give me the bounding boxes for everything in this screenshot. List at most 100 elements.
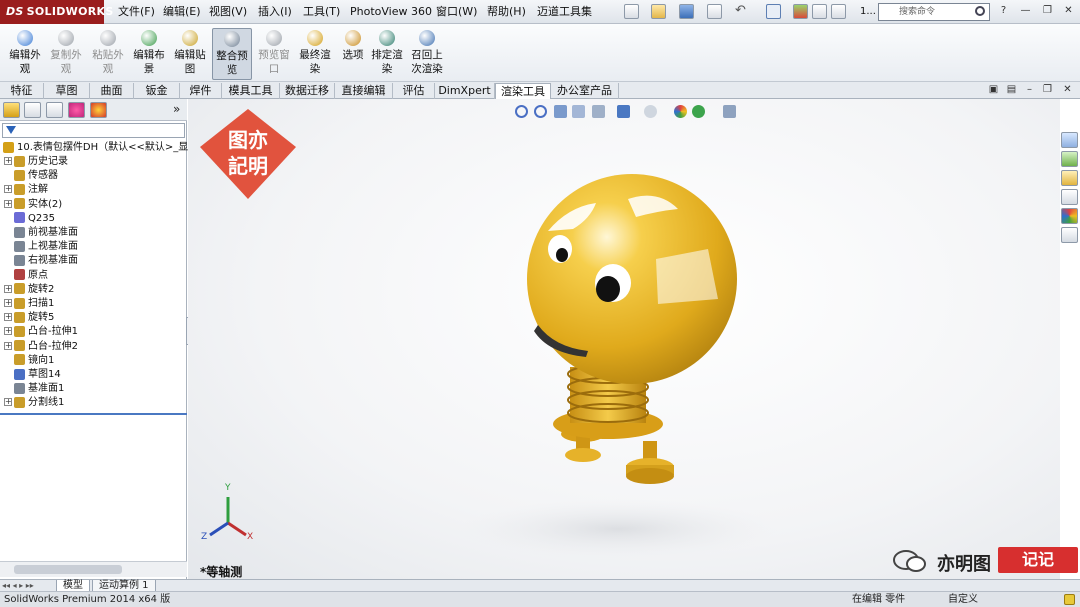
file-properties-icon[interactable] bbox=[812, 4, 827, 19]
tab-features[interactable]: 特征 bbox=[0, 83, 44, 99]
tree-item[interactable]: 前视基准面 bbox=[4, 226, 78, 240]
tab-data-migration[interactable]: 数据迁移 bbox=[280, 83, 335, 99]
tree-item[interactable]: 右视基准面 bbox=[4, 254, 78, 268]
file-explorer-icon[interactable] bbox=[1061, 170, 1078, 186]
tree-item[interactable]: 镜向1 bbox=[4, 354, 54, 368]
search-icon[interactable] bbox=[975, 6, 985, 16]
expand-toggle-icon[interactable]: + bbox=[4, 157, 12, 165]
schedule-render-button[interactable]: 排定渲染 bbox=[367, 28, 407, 80]
menu-tools[interactable]: 工具(T) bbox=[303, 0, 340, 24]
tree-item[interactable]: + 旋转2 bbox=[4, 283, 54, 297]
appearances-scenes-icon[interactable] bbox=[1061, 208, 1078, 224]
status-custom[interactable]: 自定义 bbox=[948, 592, 978, 607]
tab-scroll-arrows-icon[interactable]: ◂◂ ◂ ▸ ▸▸ bbox=[2, 581, 34, 590]
tab-sheet-metal[interactable]: 钣金 bbox=[134, 83, 180, 99]
expand-toggle-icon[interactable]: + bbox=[4, 185, 12, 194]
integrated-preview-button[interactable]: 整合预览 bbox=[212, 28, 252, 80]
solidworks-logo[interactable]: DS SOLIDWORKS bbox=[0, 0, 113, 24]
menu-maidao-tools[interactable]: 迈道工具集 bbox=[537, 0, 592, 24]
tree-item[interactable]: Q235 bbox=[4, 212, 55, 226]
property-manager-tab-icon[interactable] bbox=[24, 102, 41, 118]
select-pointer-icon[interactable] bbox=[766, 4, 781, 19]
tab-direct-editing[interactable]: 直接编辑 bbox=[335, 83, 393, 99]
expand-toggle-icon[interactable]: + bbox=[4, 398, 12, 407]
tree-item[interactable]: 传感器 bbox=[4, 169, 58, 183]
new-document-icon[interactable] bbox=[624, 4, 639, 19]
feature-tree-tab-icon[interactable] bbox=[3, 102, 20, 118]
panel-expand-icon[interactable]: » bbox=[173, 102, 180, 116]
tab-weldments[interactable]: 焊件 bbox=[180, 83, 222, 99]
preview-window-button[interactable]: 预览窗口 bbox=[254, 28, 294, 80]
paste-appearance-button[interactable]: 粘贴外观 bbox=[88, 28, 128, 80]
doc-minimize-icon[interactable]: – bbox=[1022, 83, 1037, 97]
tab-office-products[interactable]: 办公室产品 bbox=[551, 83, 619, 99]
tree-item[interactable]: + 历史记录 bbox=[4, 155, 68, 169]
tree-item[interactable]: + 实体(2) bbox=[4, 198, 62, 212]
edit-scene-button[interactable]: 编辑布景 bbox=[129, 28, 169, 80]
display-manager-tab-icon[interactable] bbox=[90, 102, 107, 118]
dimxpert-tab-icon[interactable] bbox=[68, 102, 85, 118]
tab-mold-tools[interactable]: 模具工具 bbox=[222, 83, 280, 99]
menu-file[interactable]: 文件(F) bbox=[118, 0, 155, 24]
minimize-icon[interactable]: — bbox=[1018, 4, 1033, 18]
edit-appearance-button[interactable]: 编辑外观 bbox=[5, 28, 45, 80]
print-icon[interactable] bbox=[707, 4, 722, 19]
tree-item[interactable]: 草图14 bbox=[4, 368, 61, 382]
tree-item[interactable]: 基准面1 bbox=[4, 382, 64, 396]
undo-icon[interactable]: ↶ bbox=[735, 4, 750, 19]
menu-view[interactable]: 视图(V) bbox=[209, 0, 247, 24]
configuration-manager-tab-icon[interactable] bbox=[46, 102, 63, 118]
close-icon[interactable]: ✕ bbox=[1061, 4, 1076, 18]
rebuild-status-icon[interactable] bbox=[1064, 594, 1075, 605]
menu-edit[interactable]: 编辑(E) bbox=[163, 0, 201, 24]
expand-toggle-icon[interactable]: + bbox=[4, 299, 12, 307]
tree-root[interactable]: 10.表情包摆件DH（默认<<默认>_显示 bbox=[3, 141, 198, 155]
recall-last-render-button[interactable]: 召回上 次渲染 bbox=[407, 28, 447, 80]
scrollbar-thumb[interactable] bbox=[14, 565, 122, 574]
final-render-button[interactable]: 最终渲染 bbox=[295, 28, 335, 80]
menu-insert[interactable]: 插入(I) bbox=[258, 0, 292, 24]
tree-item[interactable]: + 扫描1 bbox=[4, 297, 54, 311]
restore-icon[interactable]: ❐ bbox=[1040, 4, 1055, 18]
open-folder-icon[interactable] bbox=[651, 4, 666, 19]
feature-icon bbox=[14, 183, 25, 195]
help-icon[interactable]: ? bbox=[996, 4, 1011, 18]
tree-item[interactable]: + 凸台-拉伸2 bbox=[4, 340, 78, 354]
tab-render-tools[interactable]: 渲染工具 bbox=[495, 83, 551, 99]
tree-item[interactable]: + 凸台-拉伸1 bbox=[4, 325, 78, 339]
view-palette-icon[interactable] bbox=[1061, 189, 1078, 205]
design-library-icon[interactable] bbox=[1061, 151, 1078, 167]
tab-surfaces[interactable]: 曲面 bbox=[90, 83, 134, 99]
solidworks-resources-icon[interactable] bbox=[1061, 132, 1078, 148]
doc-close-icon[interactable]: ✕ bbox=[1060, 83, 1075, 97]
menu-photoview[interactable]: PhotoView 360 bbox=[350, 0, 432, 24]
horizontal-scrollbar[interactable] bbox=[0, 561, 187, 577]
expand-toggle-icon[interactable]: + bbox=[4, 284, 12, 293]
traffic-light-icon[interactable] bbox=[793, 4, 808, 19]
expand-toggle-icon[interactable]: + bbox=[4, 313, 12, 322]
expand-toggle-icon[interactable]: + bbox=[4, 341, 12, 350]
tab-sketch[interactable]: 草图 bbox=[44, 83, 90, 99]
custom-properties-icon[interactable] bbox=[1061, 227, 1078, 243]
menu-window[interactable]: 窗口(W) bbox=[436, 0, 477, 24]
tree-item[interactable]: 上视基准面 bbox=[4, 240, 78, 254]
tile-icon[interactable]: ▣ bbox=[986, 83, 1001, 97]
tree-filter-input[interactable] bbox=[2, 123, 185, 138]
tree-item[interactable]: + 注解 bbox=[4, 183, 48, 197]
tree-item[interactable]: + 旋转5 bbox=[4, 311, 54, 325]
graphics-area[interactable]: Y X Z *等轴测 bbox=[188, 99, 1060, 579]
copy-appearance-button[interactable]: 复制外观 bbox=[46, 28, 86, 80]
tab-evaluate[interactable]: 评估 bbox=[393, 83, 435, 99]
expand-toggle-icon[interactable]: + bbox=[4, 199, 12, 208]
menu-help[interactable]: 帮助(H) bbox=[487, 0, 526, 24]
doc-restore-icon[interactable]: ❐ bbox=[1040, 83, 1055, 97]
tree-item[interactable]: 原点 bbox=[4, 269, 48, 283]
search-input[interactable]: 搜索命令 bbox=[878, 3, 990, 21]
options-icon[interactable] bbox=[831, 4, 846, 19]
expand-toggle-icon[interactable]: + bbox=[4, 327, 12, 336]
tree-item[interactable]: + 分割线1 bbox=[4, 396, 64, 410]
save-icon[interactable] bbox=[679, 4, 694, 19]
tile-horizontal-icon[interactable]: ▤ bbox=[1004, 83, 1019, 97]
edit-decal-button[interactable]: 编辑贴图 bbox=[170, 28, 210, 80]
tab-dimxpert[interactable]: DimXpert bbox=[435, 83, 495, 99]
